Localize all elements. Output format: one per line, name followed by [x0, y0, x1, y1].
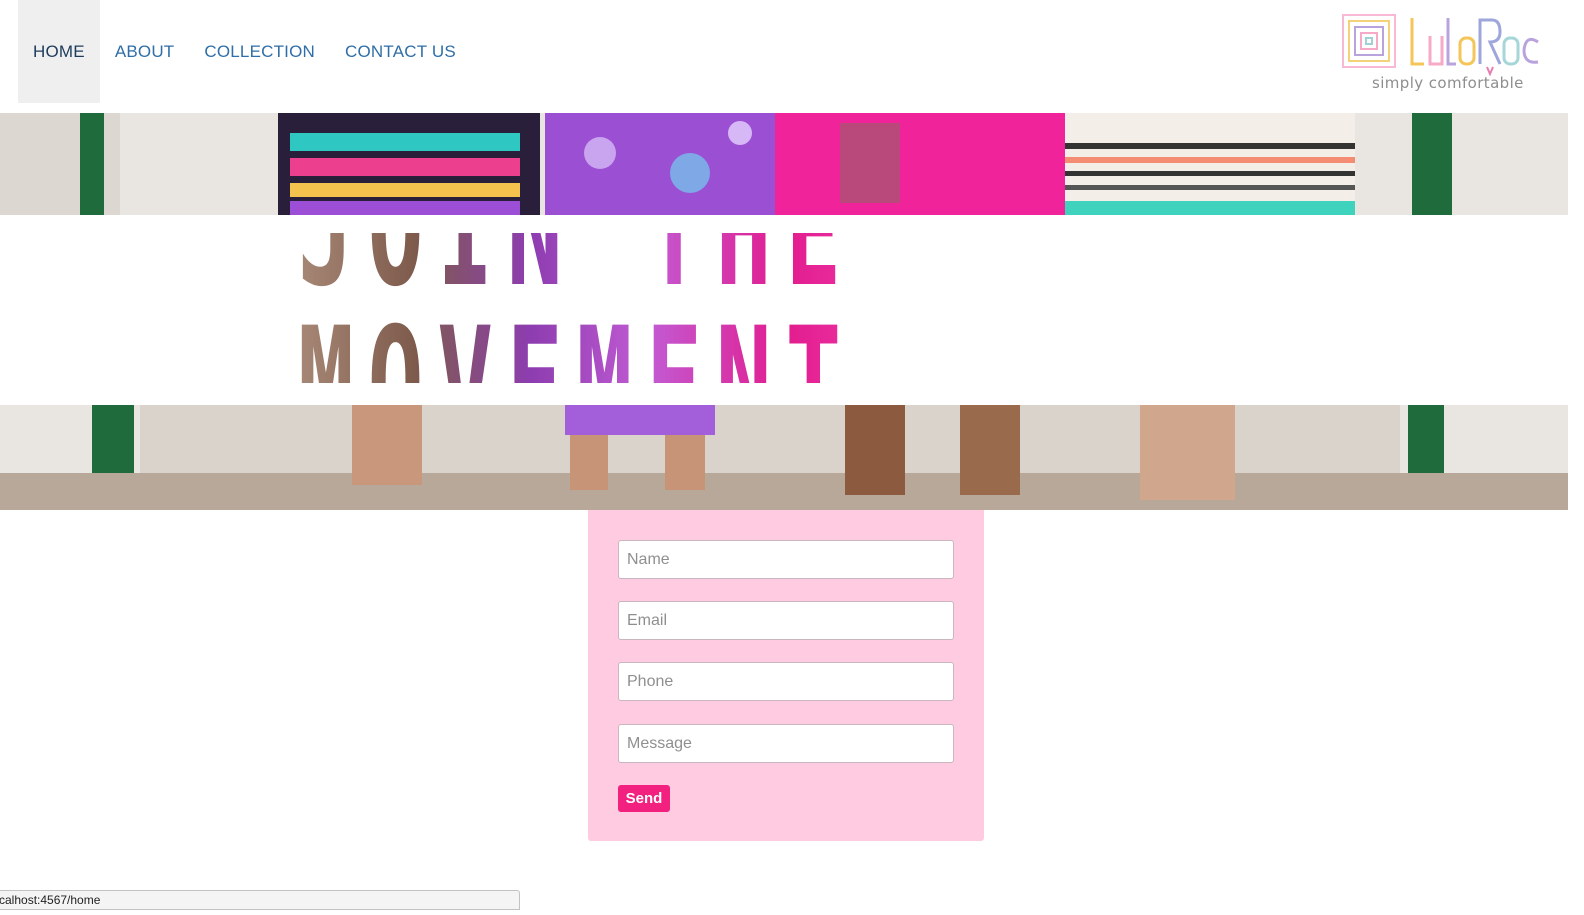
top-navigation: HOME ABOUT COLLECTION CONTACT US simply … [0, 0, 1584, 113]
name-input[interactable] [618, 540, 954, 579]
nav-item-about[interactable]: ABOUT [100, 0, 190, 103]
logo-tagline: simply comfortable [1372, 74, 1524, 92]
phone-input[interactable] [618, 662, 954, 701]
lularoe-logo-icon [1342, 14, 1539, 77]
brand-logo[interactable]: simply comfortable [1340, 12, 1546, 94]
hero-banner: JOIN THE MOVEMENT [0, 113, 1568, 510]
send-button[interactable]: Send [618, 785, 670, 812]
email-input[interactable] [618, 601, 954, 640]
nav-item-contact-us[interactable]: CONTACT US [330, 0, 471, 103]
nav-item-collection[interactable]: COLLECTION [189, 0, 330, 103]
status-url: calhost:4567/home [0, 893, 101, 907]
contact-form: Send [588, 510, 984, 841]
nav-item-home[interactable]: HOME [18, 0, 100, 103]
hero-headline: JOIN THE MOVEMENT [298, 158, 1270, 458]
message-input[interactable] [618, 724, 954, 763]
browser-status-bar: calhost:4567/home [0, 890, 520, 910]
nav-menu: HOME ABOUT COLLECTION CONTACT US [18, 0, 471, 103]
